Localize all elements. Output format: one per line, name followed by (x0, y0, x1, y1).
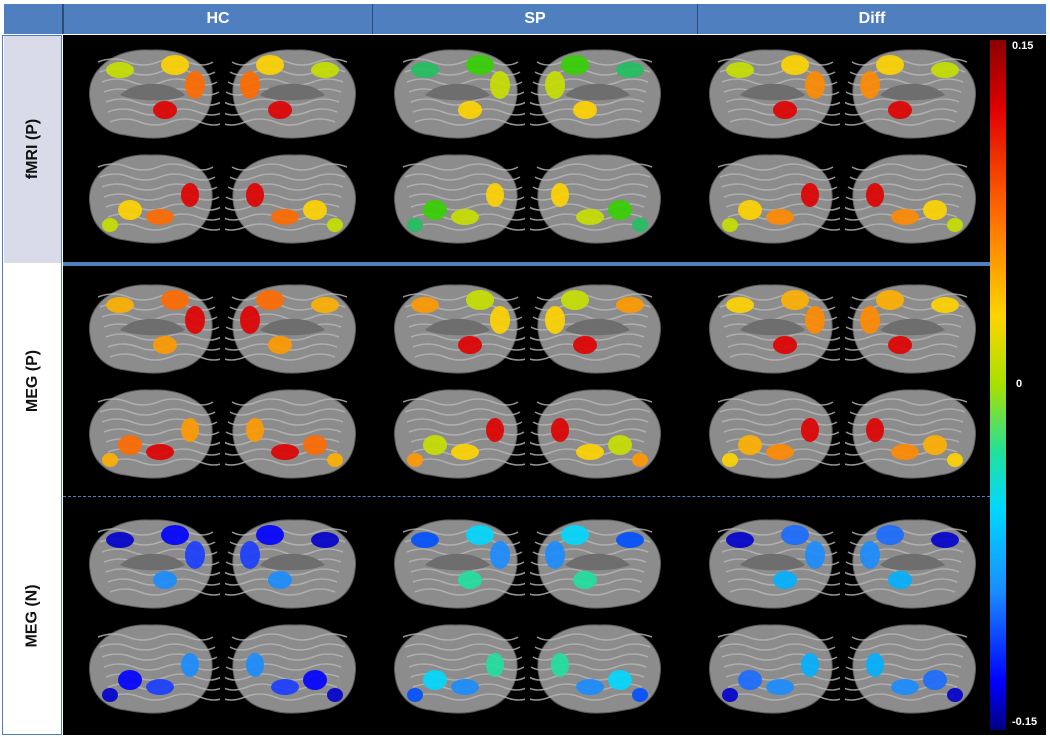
column-header-hc: HC (63, 4, 372, 34)
figure-frame: HC SP Diff fMRI (P) MEG (P) MEG (N) 0.15… (0, 0, 1050, 737)
brain-view-megn-hc-2 (88, 624, 220, 714)
colorbar-min-label: -0.15 (1012, 716, 1038, 728)
brain-view-fmrip-diff-3 (845, 154, 977, 244)
brain-view-megp-sp-3 (530, 389, 662, 479)
brain-view-megn-diff-3 (845, 624, 977, 714)
brain-view-megp-sp-1 (530, 284, 662, 374)
brain-view-fmrip-sp-2 (393, 154, 525, 244)
brain-view-megp-diff-3 (845, 389, 977, 479)
brain-view-fmrip-diff-1 (845, 49, 977, 139)
row-label-outline (2, 35, 62, 735)
brain-view-fmrip-sp-3 (530, 154, 662, 244)
brain-view-fmrip-sp-1 (530, 49, 662, 139)
brain-view-megp-diff-0 (708, 284, 840, 374)
brain-view-fmrip-hc-2 (88, 154, 220, 244)
brain-view-fmrip-hc-1 (225, 49, 357, 139)
brain-view-megn-sp-3 (530, 624, 662, 714)
brain-view-megn-diff-2 (708, 624, 840, 714)
colorbar-max-label: 0.15 (1012, 40, 1034, 52)
colorbar (990, 40, 1006, 730)
brain-view-megp-hc-3 (225, 389, 357, 479)
header-corner (4, 4, 63, 34)
brain-view-fmrip-hc-3 (225, 154, 357, 244)
brain-view-megn-diff-1 (845, 519, 977, 609)
column-header-sp: SP (372, 4, 697, 34)
brain-view-megp-sp-0 (393, 284, 525, 374)
row-separator-dashed (63, 496, 990, 497)
row-separator-solid (63, 262, 990, 266)
column-header-diff: Diff (697, 4, 1046, 34)
brain-view-megp-sp-2 (393, 389, 525, 479)
brain-view-megn-hc-1 (225, 519, 357, 609)
brain-view-megp-hc-1 (225, 284, 357, 374)
brain-view-megn-hc-0 (88, 519, 220, 609)
brain-view-fmrip-diff-0 (708, 49, 840, 139)
brain-view-megn-sp-1 (530, 519, 662, 609)
brain-view-megp-diff-2 (708, 389, 840, 479)
brain-view-megp-hc-0 (88, 284, 220, 374)
brain-view-fmrip-sp-0 (393, 49, 525, 139)
colorbar-mid-label: 0 (1016, 378, 1023, 390)
brain-view-megn-sp-2 (393, 624, 525, 714)
brain-view-fmrip-hc-0 (88, 49, 220, 139)
brain-view-megn-hc-3 (225, 624, 357, 714)
brain-view-fmrip-diff-2 (708, 154, 840, 244)
brain-view-megp-hc-2 (88, 389, 220, 479)
brain-view-megn-diff-0 (708, 519, 840, 609)
brain-view-megn-sp-0 (393, 519, 525, 609)
brain-view-megp-diff-1 (845, 284, 977, 374)
